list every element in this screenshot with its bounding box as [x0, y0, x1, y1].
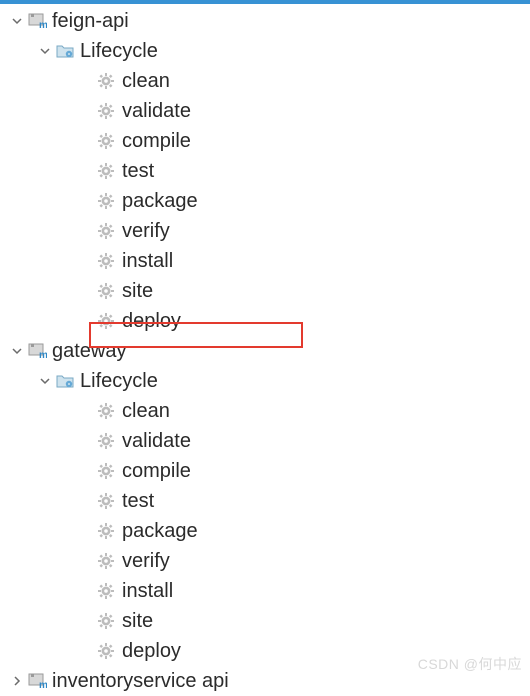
goal-install[interactable]: install — [0, 246, 530, 276]
gear-icon — [96, 101, 116, 121]
goal-label: clean — [122, 70, 170, 93]
module-row-feign-api[interactable]: m feign-api — [0, 6, 530, 36]
goal-label: install — [122, 250, 173, 273]
gear-icon — [96, 401, 116, 421]
goal-package[interactable]: package — [0, 186, 530, 216]
folder-gear-icon — [54, 40, 76, 62]
svg-text:m: m — [39, 350, 47, 361]
goal-label: verify — [122, 550, 170, 573]
gear-icon — [96, 491, 116, 511]
watermark: CSDN @何中应 — [418, 654, 522, 674]
goal-compile[interactable]: compile — [0, 456, 530, 486]
maven-module-icon: m — [26, 340, 48, 362]
goal-label: verify — [122, 220, 170, 243]
svg-text:m: m — [39, 680, 47, 691]
gear-icon — [96, 461, 116, 481]
goal-label: package — [122, 520, 198, 543]
gear-icon — [96, 251, 116, 271]
module-label: inventoryservice api — [52, 670, 229, 693]
lifecycle-label: Lifecycle — [80, 40, 158, 63]
chevron-down-icon[interactable] — [8, 12, 26, 30]
goal-label: validate — [122, 430, 191, 453]
goal-label: clean — [122, 400, 170, 423]
module-row-gateway[interactable]: m gateway — [0, 336, 530, 366]
goal-package[interactable]: package — [0, 516, 530, 546]
goal-validate[interactable]: validate — [0, 96, 530, 126]
gear-icon — [96, 551, 116, 571]
goal-label: install — [122, 580, 173, 603]
goal-test[interactable]: test — [0, 486, 530, 516]
goal-label: package — [122, 190, 198, 213]
chevron-down-icon[interactable] — [36, 372, 54, 390]
gear-icon — [96, 641, 116, 661]
maven-module-icon: m — [26, 10, 48, 32]
maven-tree: m feign-api Lifecycle clean validate compile t… — [0, 4, 530, 696]
chevron-right-icon[interactable] — [8, 672, 26, 690]
goal-clean[interactable]: clean — [0, 396, 530, 426]
goal-site[interactable]: site — [0, 276, 530, 306]
gear-icon — [96, 281, 116, 301]
goal-install[interactable]: install — [0, 576, 530, 606]
gear-icon — [96, 71, 116, 91]
gear-icon — [96, 521, 116, 541]
gear-icon — [96, 431, 116, 451]
chevron-down-icon[interactable] — [36, 42, 54, 60]
chevron-down-icon[interactable] — [8, 342, 26, 360]
goal-compile[interactable]: compile — [0, 126, 530, 156]
gear-icon — [96, 311, 116, 331]
maven-module-icon: m — [26, 670, 48, 692]
goal-site[interactable]: site — [0, 606, 530, 636]
gear-icon — [96, 161, 116, 181]
lifecycle-folder[interactable]: Lifecycle — [0, 366, 530, 396]
goal-label: compile — [122, 460, 191, 483]
goal-label: test — [122, 490, 154, 513]
goal-test[interactable]: test — [0, 156, 530, 186]
goal-label: test — [122, 160, 154, 183]
svg-text:m: m — [39, 20, 47, 31]
folder-gear-icon — [54, 370, 76, 392]
goal-label: deploy — [122, 640, 181, 663]
lifecycle-label: Lifecycle — [80, 370, 158, 393]
goal-clean[interactable]: clean — [0, 66, 530, 96]
goal-label: compile — [122, 130, 191, 153]
gear-icon — [96, 581, 116, 601]
gear-icon — [96, 221, 116, 241]
gear-icon — [96, 131, 116, 151]
gear-icon — [96, 611, 116, 631]
goal-verify[interactable]: verify — [0, 216, 530, 246]
goal-deploy[interactable]: deploy — [0, 306, 530, 336]
gear-icon — [96, 191, 116, 211]
goal-label: site — [122, 280, 153, 303]
goal-label: deploy — [122, 310, 181, 333]
goal-validate[interactable]: validate — [0, 426, 530, 456]
goal-verify[interactable]: verify — [0, 546, 530, 576]
goal-label: site — [122, 610, 153, 633]
module-label: gateway — [52, 340, 127, 363]
module-label: feign-api — [52, 10, 129, 33]
lifecycle-folder[interactable]: Lifecycle — [0, 36, 530, 66]
goal-label: validate — [122, 100, 191, 123]
